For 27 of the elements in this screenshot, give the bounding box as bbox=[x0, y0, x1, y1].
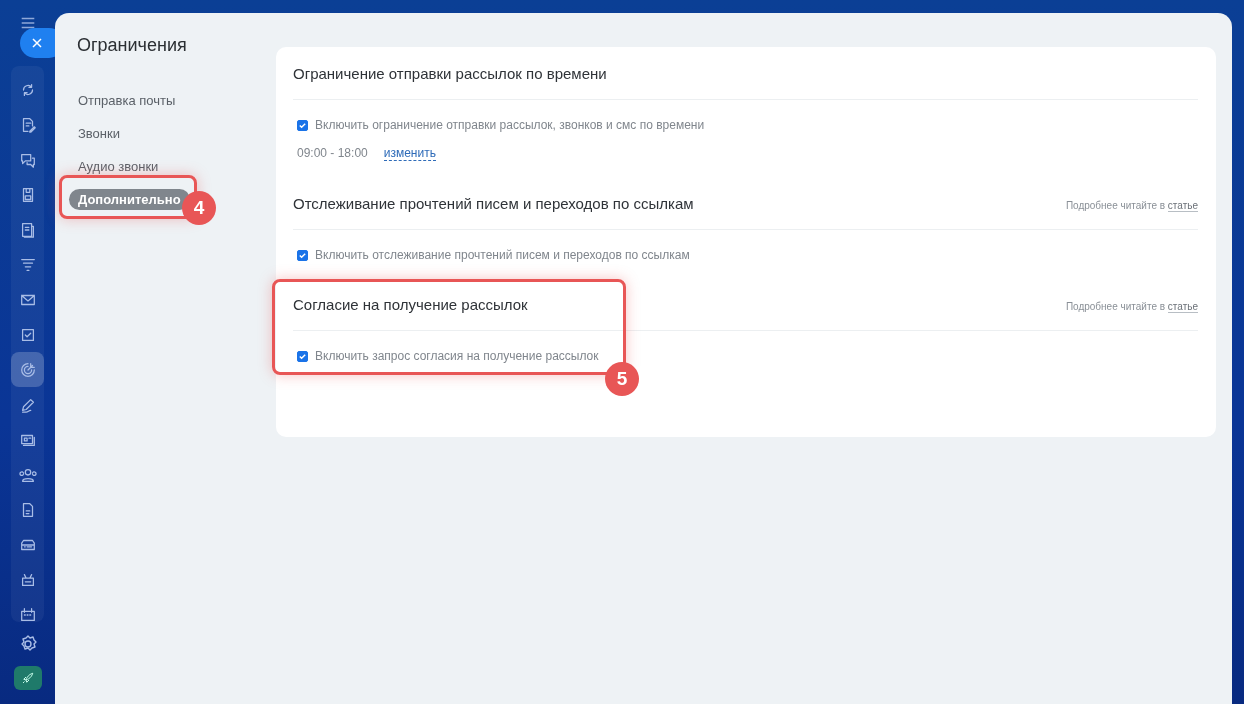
nav-item[interactable]: Аудио звонки bbox=[69, 156, 168, 177]
checkbox-label: Включить ограничение отправки рассылок, звонков и смс по времени bbox=[315, 118, 705, 132]
article-link[interactable]: статье bbox=[1167, 301, 1198, 313]
checkbox-label: Включить запрос согласия на получение рассылок bbox=[315, 349, 599, 363]
step-badge: 4 bbox=[182, 191, 216, 225]
article-link[interactable]: статье bbox=[1167, 200, 1198, 212]
calendar-icon bbox=[18, 605, 37, 622]
time-range: 09:00 - 18:00 bbox=[297, 146, 368, 161]
nav-item[interactable]: Дополнительно bbox=[69, 189, 190, 210]
page-title: Ограничения bbox=[77, 35, 188, 56]
help-text: Подробнее читайте в статье bbox=[1065, 200, 1198, 211]
section-title: Ограничение отправки рассылок по времени bbox=[293, 65, 607, 82]
rocket-button[interactable] bbox=[13, 666, 42, 690]
target-icon bbox=[18, 360, 37, 379]
close-icon bbox=[32, 38, 42, 48]
help-text: Подробнее читайте в статье bbox=[1065, 301, 1198, 312]
rocket-icon bbox=[20, 670, 35, 686]
nav-item[interactable]: Звонки bbox=[69, 123, 129, 144]
checkbox[interactable] bbox=[297, 350, 308, 362]
checkbox[interactable] bbox=[297, 249, 308, 261]
change-link[interactable]: изменить bbox=[383, 146, 436, 161]
section-title: Отслеживание прочтений писем и переходов по ссылкам bbox=[293, 195, 694, 212]
section-title: Согласие на получение рассылок bbox=[293, 296, 528, 313]
checkbox-label: Включить отслеживание прочтений писем и переходов по ссылкам bbox=[315, 248, 690, 262]
checkbox[interactable] bbox=[297, 119, 308, 131]
step-badge: 5 bbox=[605, 362, 639, 396]
nav-item[interactable]: Отправка почты bbox=[69, 90, 185, 111]
